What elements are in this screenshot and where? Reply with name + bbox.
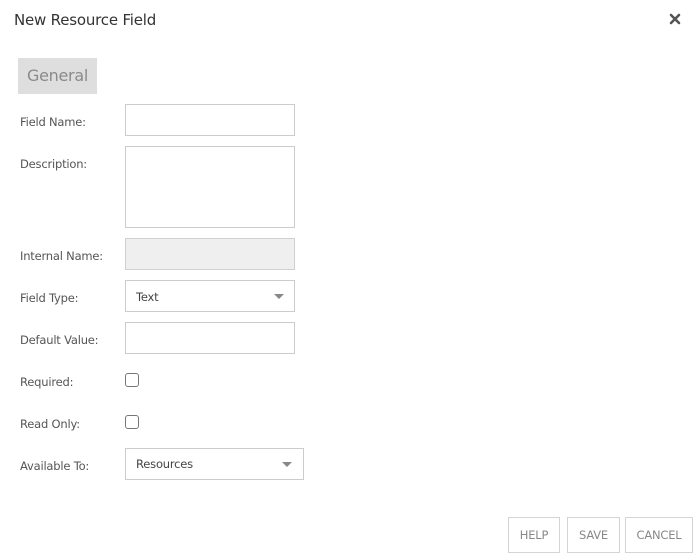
dialog-title: New Resource Field (14, 11, 157, 29)
cancel-button[interactable]: CANCEL (625, 517, 693, 553)
field-type-value: Text (136, 290, 159, 304)
field-type-label: Field Type: (20, 291, 79, 305)
close-icon (669, 13, 681, 25)
required-checkbox[interactable] (125, 373, 139, 387)
required-label: Required: (20, 375, 74, 389)
read-only-label: Read Only: (20, 417, 80, 431)
close-button[interactable] (669, 13, 685, 29)
tab-general[interactable]: General (18, 58, 97, 94)
internal-name-input[interactable] (125, 238, 295, 270)
default-value-label: Default Value: (20, 333, 99, 347)
chevron-down-icon (274, 294, 284, 299)
internal-name-label: Internal Name: (20, 249, 103, 263)
field-type-select[interactable]: Text (125, 280, 295, 312)
read-only-checkbox[interactable] (125, 415, 139, 429)
default-value-input[interactable] (125, 322, 295, 354)
save-button[interactable]: SAVE (567, 517, 620, 553)
field-name-input[interactable] (125, 104, 295, 136)
chevron-down-icon (282, 462, 292, 467)
description-textarea[interactable] (125, 146, 295, 228)
available-to-select[interactable]: Resources (125, 448, 304, 480)
available-to-value: Resources (136, 457, 193, 471)
description-label: Description: (20, 157, 87, 171)
field-name-label: Field Name: (20, 115, 86, 129)
available-to-label: Available To: (20, 459, 90, 473)
help-button[interactable]: HELP (508, 517, 560, 553)
